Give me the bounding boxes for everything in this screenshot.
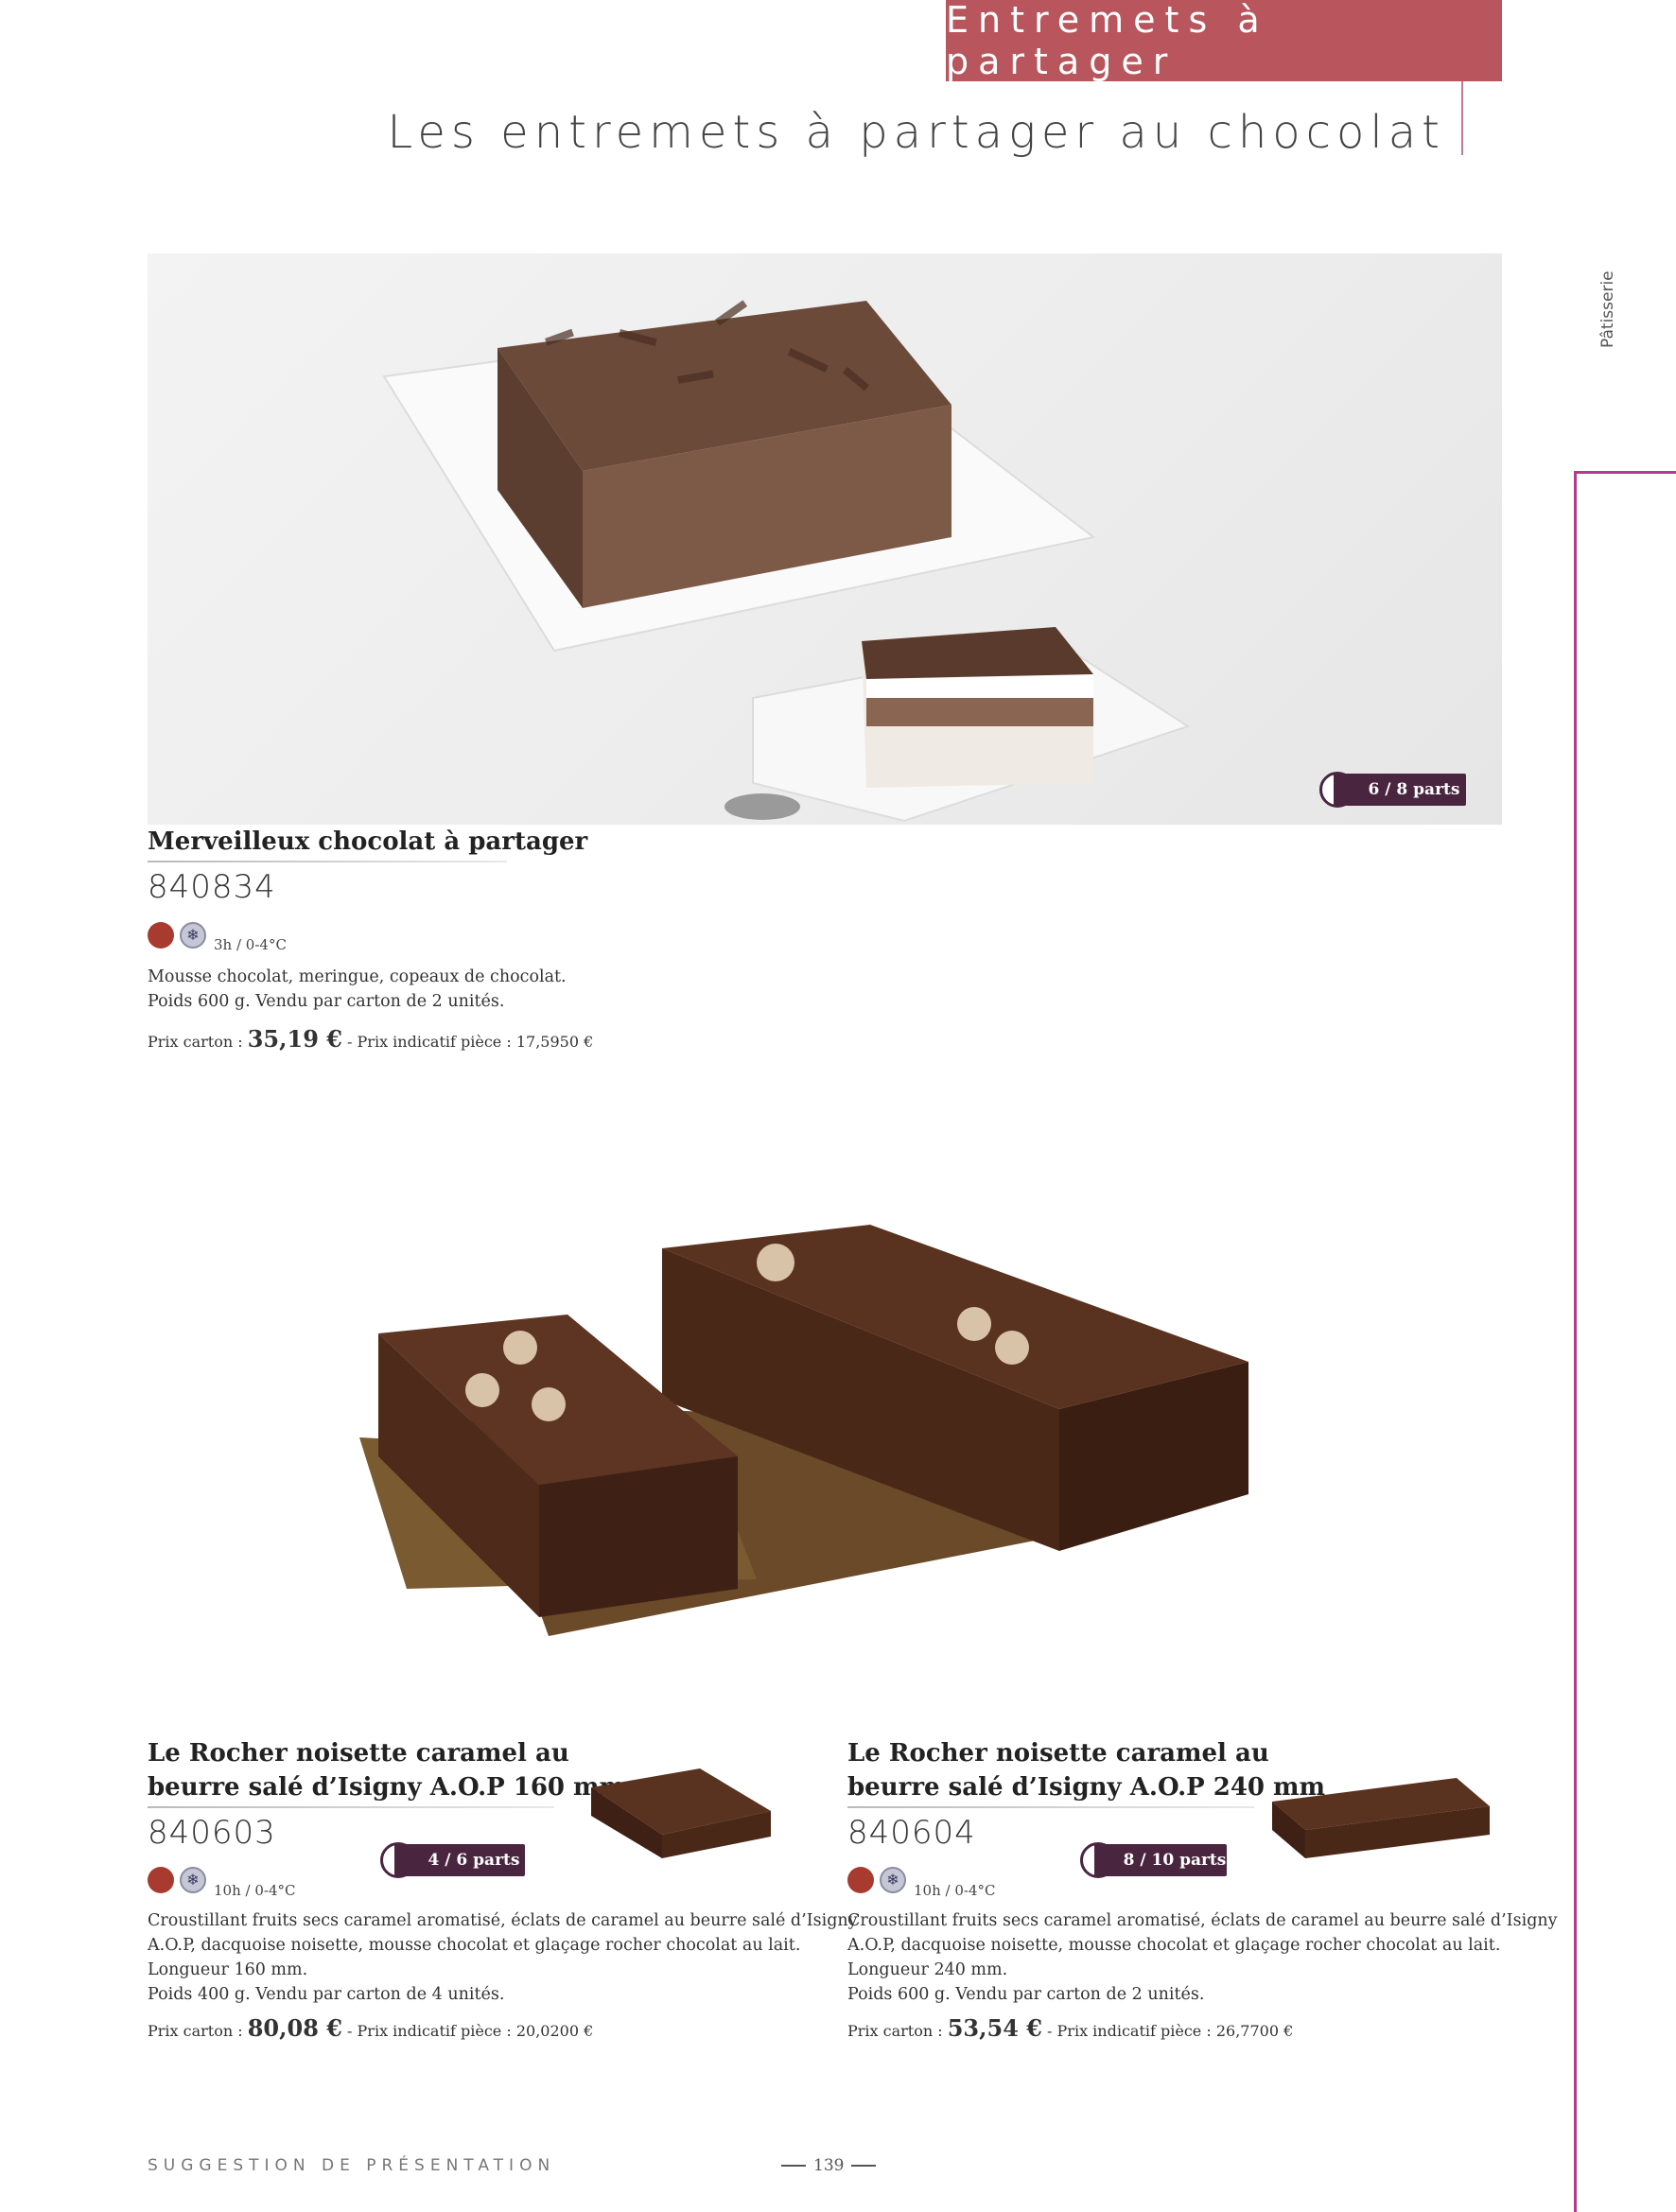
product-description: Croustillant fruits secs caramel aromati… [847,1908,1558,2007]
storage-info: 10h / 0-4°C [914,1882,996,1899]
side-tab-rule-horizontal [1574,471,1676,474]
fresh-dot-icon [847,1867,874,1893]
product-name-line: Le Rocher noisette caramel au [148,1739,569,1768]
parts-badge: 6 / 8 parts [1334,774,1466,806]
description-line: Longueur 160 mm. [148,1960,308,1979]
price-line: Prix carton : 53,54 € - Prix indicatif p… [847,2014,1293,2042]
product-description: Mousse chocolat, meringue, copeaux de ch… [148,965,567,1014]
product-thumbnail-160 [586,1759,776,1863]
parts-badge: 8 / 10 parts [1094,1844,1227,1876]
merveilleux-illustration [382,300,1191,823]
unit-price: - Prix indicatif pièce : 17,5950 € [347,1033,594,1051]
description-line: Poids 400 g. Vendu par carton de 4 unité… [148,1985,505,2004]
fresh-dot-icon [148,1867,174,1893]
description-line: Croustillant fruits secs caramel aromati… [847,1911,1558,1930]
product-thumbnail-240 [1267,1768,1494,1872]
price-line: Prix carton : 35,19 € - Prix indicatif p… [148,1025,593,1053]
thumbnail-cake [591,1768,771,1858]
page-number-dash [781,2165,806,2167]
page-number-value: 139 [813,2156,845,2175]
product-photo-rocher [322,1173,1362,1683]
storage-info: 3h / 0-4°C [214,936,287,953]
description-line: A.O.P, dacquoise noisette, mousse chocol… [148,1936,801,1955]
category-banner: Entremets à partager [946,0,1502,82]
price-label: Prix carton : [847,2022,943,2040]
carton-price: 80,08 € [247,2014,342,2042]
name-underline [148,861,507,862]
carton-price: 35,19 € [247,1025,342,1053]
description-line: A.O.P, dacquoise noisette, mousse chocol… [847,1936,1501,1955]
product-name: Merveilleux chocolat à partager [148,827,588,856]
description-line: Mousse chocolat, meringue, copeaux de ch… [148,967,567,986]
product-name-line: Le Rocher noisette caramel au [847,1739,1269,1768]
product-code: 840834 [148,868,276,906]
parts-label: 6 / 8 parts [1368,780,1460,799]
category-label: Entremets à partager [946,0,1269,82]
name-underline [148,1806,554,1808]
side-tab-rule-vertical [1574,471,1577,2212]
parts-badge: 4 / 6 parts [394,1844,525,1876]
product-photo-merveilleux [148,253,1502,825]
page-number: 139 [781,2156,877,2175]
snowflake-icon: ❄ [180,1867,206,1893]
product-code: 840604 [847,1814,976,1852]
price-label: Prix carton : [148,1033,243,1051]
snowflake-icon: ❄ [880,1867,906,1893]
name-underline [847,1806,1254,1808]
price-label: Prix carton : [148,2022,243,2040]
unit-price: - Prix indicatif pièce : 26,7700 € [1047,2022,1294,2040]
description-line: Poids 600 g. Vendu par carton de 2 unité… [148,992,505,1011]
parts-label: 8 / 10 parts [1123,1851,1227,1870]
rocher-illustration [359,1225,1248,1636]
product-description: Croustillant fruits secs caramel aromati… [148,1908,858,2007]
presentation-suggestion-note: SUGGESTION DE PRÉSENTATION [148,2156,556,2175]
product-name: Le Rocher noisette caramel au beurre sal… [148,1736,625,1804]
product-code: 840603 [148,1814,276,1852]
title-divider [1461,81,1463,155]
description-line: Poids 600 g. Vendu par carton de 2 unité… [847,1985,1205,2004]
fresh-dot-icon [148,922,174,949]
product-name-line: beurre salé d’Isigny A.O.P 160 mm [148,1773,626,1802]
side-tab-label: Pâtisserie [1598,270,1617,348]
unit-price: - Prix indicatif pièce : 20,0200 € [347,2022,594,2040]
page-title: Les entremets à partager au chocolat [387,106,1445,159]
storage-info: 10h / 0-4°C [214,1882,296,1899]
description-line: Croustillant fruits secs caramel aromati… [148,1911,858,1930]
product-name-line: beurre salé d’Isigny A.O.P 240 mm [847,1773,1326,1802]
carton-price: 53,54 € [947,2014,1042,2042]
thumbnail-cake [1272,1778,1490,1858]
price-line: Prix carton : 80,08 € - Prix indicatif p… [148,2014,593,2042]
page-number-dash [851,2165,877,2167]
snowflake-icon: ❄ [180,922,206,949]
product-name: Le Rocher noisette caramel au beurre sal… [847,1736,1325,1804]
description-line: Longueur 240 mm. [847,1960,1008,1979]
parts-label: 4 / 6 parts [428,1851,520,1870]
